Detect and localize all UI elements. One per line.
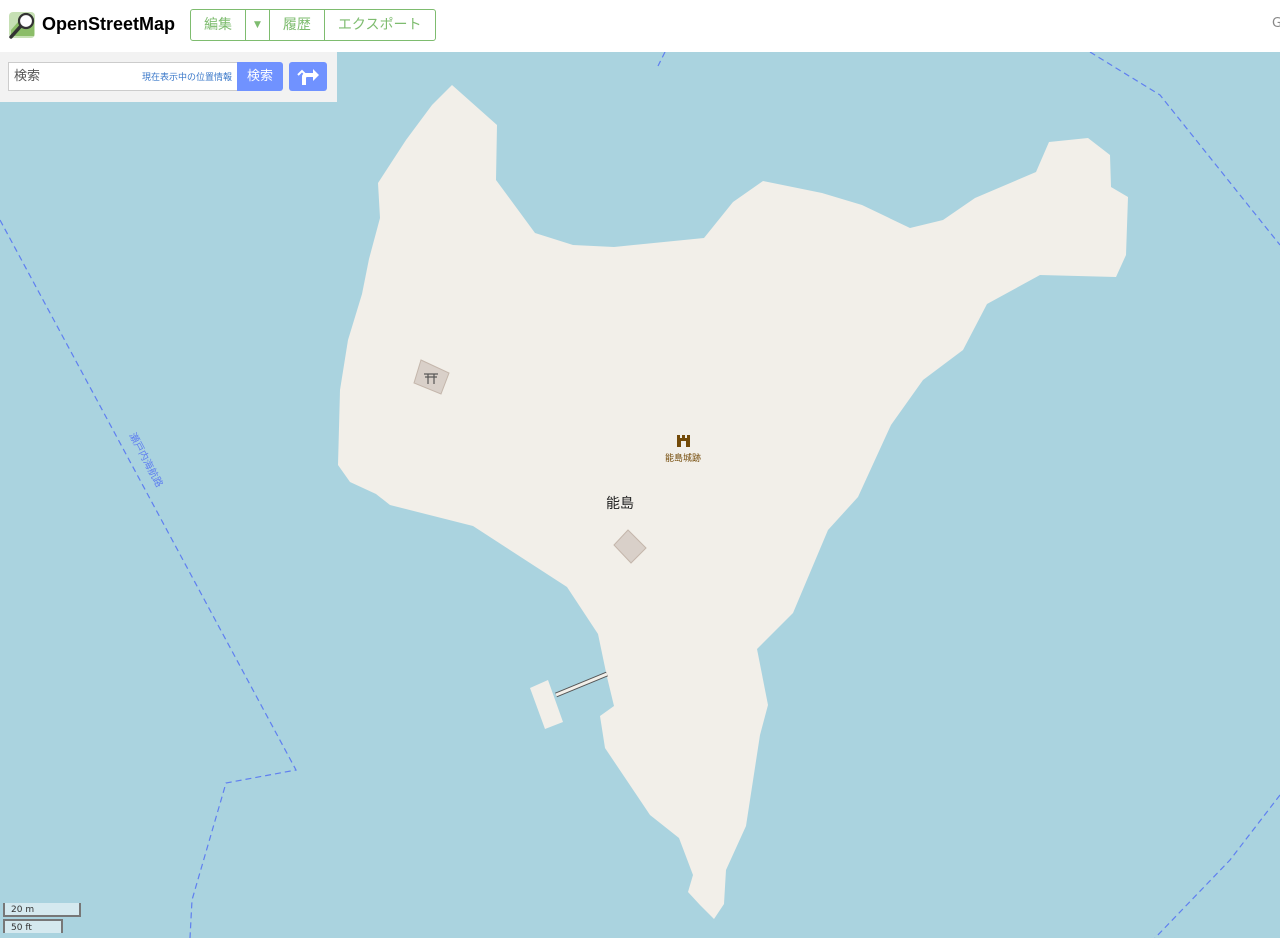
caret-down-icon: ▼ bbox=[254, 20, 261, 30]
search-box: 現在表示中の位置情報 bbox=[8, 62, 237, 91]
where-am-i-link[interactable]: 現在表示中の位置情報 bbox=[142, 70, 232, 83]
castle-label: 能島城跡 bbox=[665, 452, 701, 464]
export-button[interactable]: エクスポート bbox=[325, 10, 435, 40]
history-button[interactable]: 履歴 bbox=[270, 10, 325, 40]
osm-logo-icon[interactable] bbox=[8, 10, 38, 40]
search-button[interactable]: 検索 bbox=[237, 62, 283, 91]
scale-imperial: 50 ft bbox=[3, 919, 63, 933]
truncated-nav-text[interactable]: G bbox=[1272, 16, 1280, 31]
scale-metric: 20 m bbox=[3, 903, 81, 917]
directions-button[interactable] bbox=[289, 62, 327, 91]
edit-button[interactable]: 編集 bbox=[191, 10, 246, 40]
top-navigation-bar: OpenStreetMap 編集 ▼ 履歴 エクスポート G bbox=[0, 0, 1280, 52]
castle-ruins-icon bbox=[677, 435, 690, 447]
search-input[interactable] bbox=[9, 63, 139, 90]
map-canvas[interactable]: 能島城跡 能島 瀬戸内海航路 bbox=[0, 0, 1280, 938]
edit-dropdown-button[interactable]: ▼ bbox=[246, 10, 270, 40]
brand-title[interactable]: OpenStreetMap bbox=[42, 14, 175, 35]
island-label: 能島 bbox=[606, 496, 634, 512]
directions-icon bbox=[297, 69, 319, 85]
edit-button-group: 編集 ▼ 履歴 エクスポート bbox=[190, 9, 436, 41]
search-panel: 現在表示中の位置情報 検索 bbox=[0, 52, 337, 102]
